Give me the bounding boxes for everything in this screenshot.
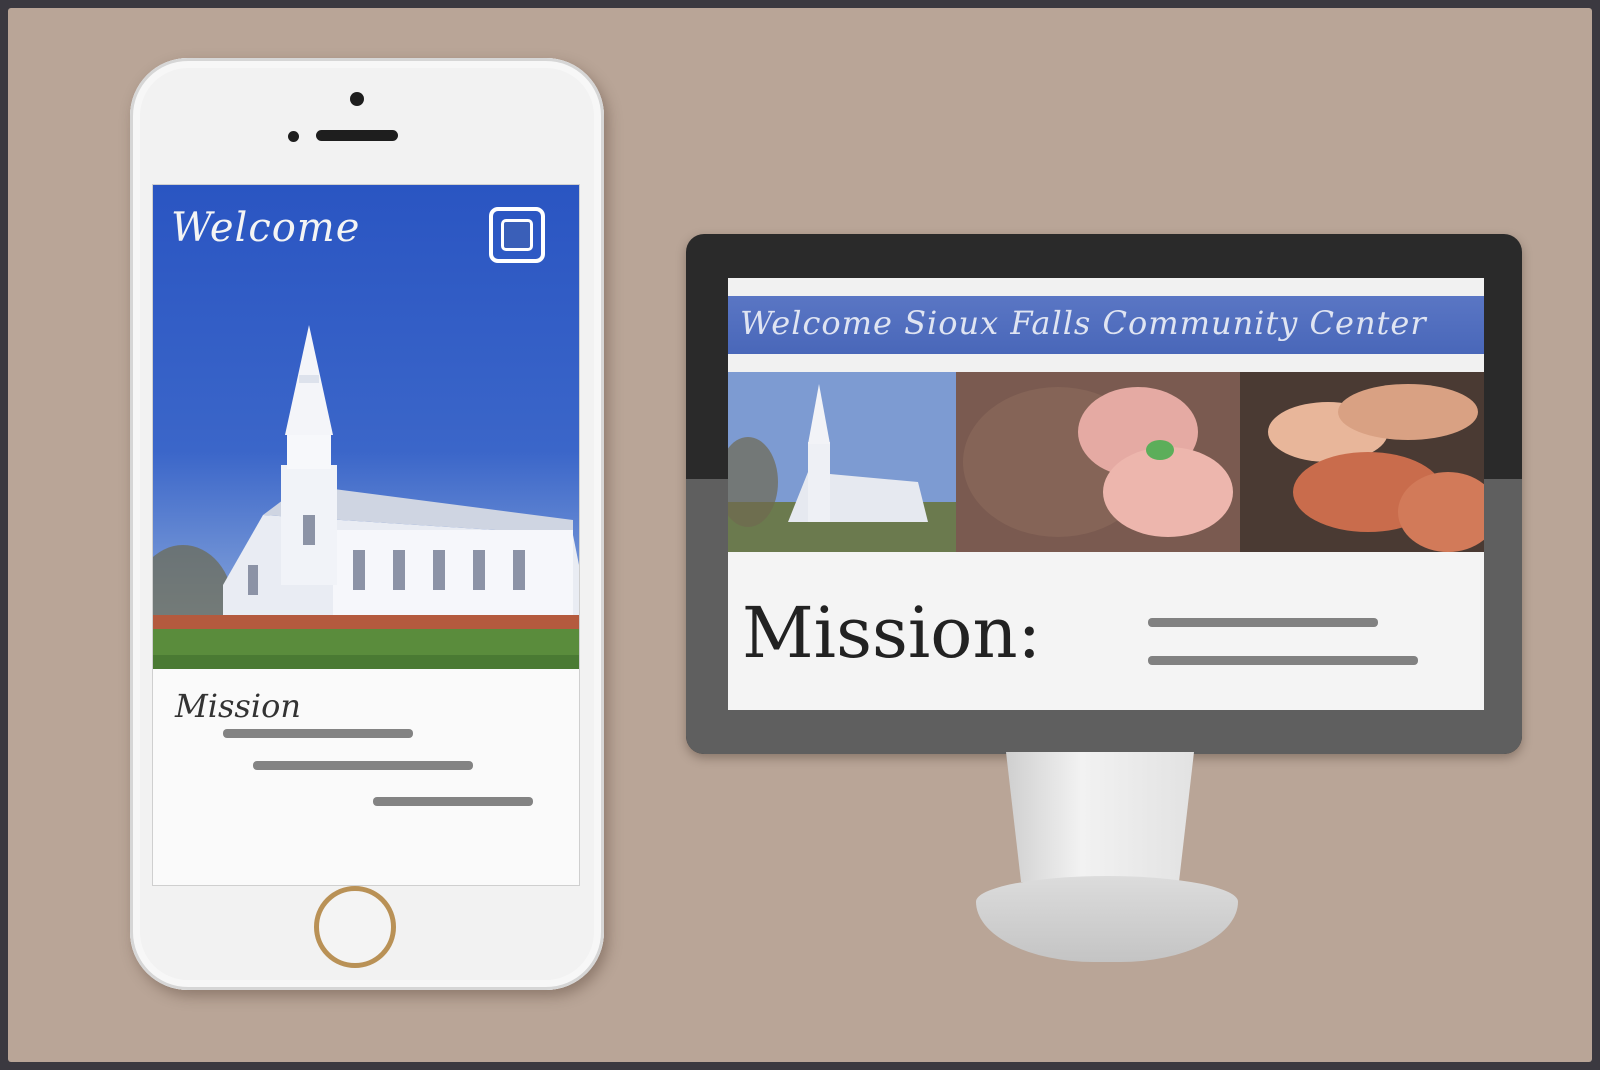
mobile-hero: Welcome	[153, 185, 579, 669]
mobile-header-title: Welcome	[171, 205, 361, 251]
camera-icon	[350, 92, 364, 106]
menu-icon[interactable]	[489, 207, 545, 263]
text-line	[253, 761, 473, 770]
device-mockup-scene: Welcome Mission Welcome Sioux Falls Comm…	[8, 8, 1592, 1062]
text-line	[223, 729, 413, 738]
text-line	[1148, 656, 1418, 665]
desktop-mission-heading: Mission:	[742, 592, 1042, 674]
smartphone-mockup: Welcome Mission	[130, 58, 604, 990]
monitor-stand-base	[976, 876, 1238, 962]
desktop-screen: Welcome Sioux Falls Community Center Mis…	[728, 278, 1484, 710]
sensor-dot	[288, 131, 299, 142]
desktop-monitor-mockup: Welcome Sioux Falls Community Center Mis…	[686, 234, 1522, 754]
menu-icon-inner	[501, 219, 533, 251]
desktop-mission-section: Mission:	[728, 552, 1484, 710]
text-line	[373, 797, 533, 806]
home-button[interactable]	[314, 886, 396, 968]
desktop-header: Welcome Sioux Falls Community Center	[728, 296, 1484, 354]
desktop-photo-strip	[728, 372, 1484, 552]
text-line	[1148, 618, 1378, 627]
monitor-stand-neck	[1006, 752, 1194, 882]
mobile-screen: Welcome Mission	[152, 184, 580, 886]
speaker-grille	[316, 130, 398, 141]
mobile-text-section: Mission	[153, 669, 579, 885]
desktop-header-title: Welcome Sioux Falls Community Center	[740, 304, 1427, 342]
mobile-text-heading: Mission	[175, 687, 301, 725]
